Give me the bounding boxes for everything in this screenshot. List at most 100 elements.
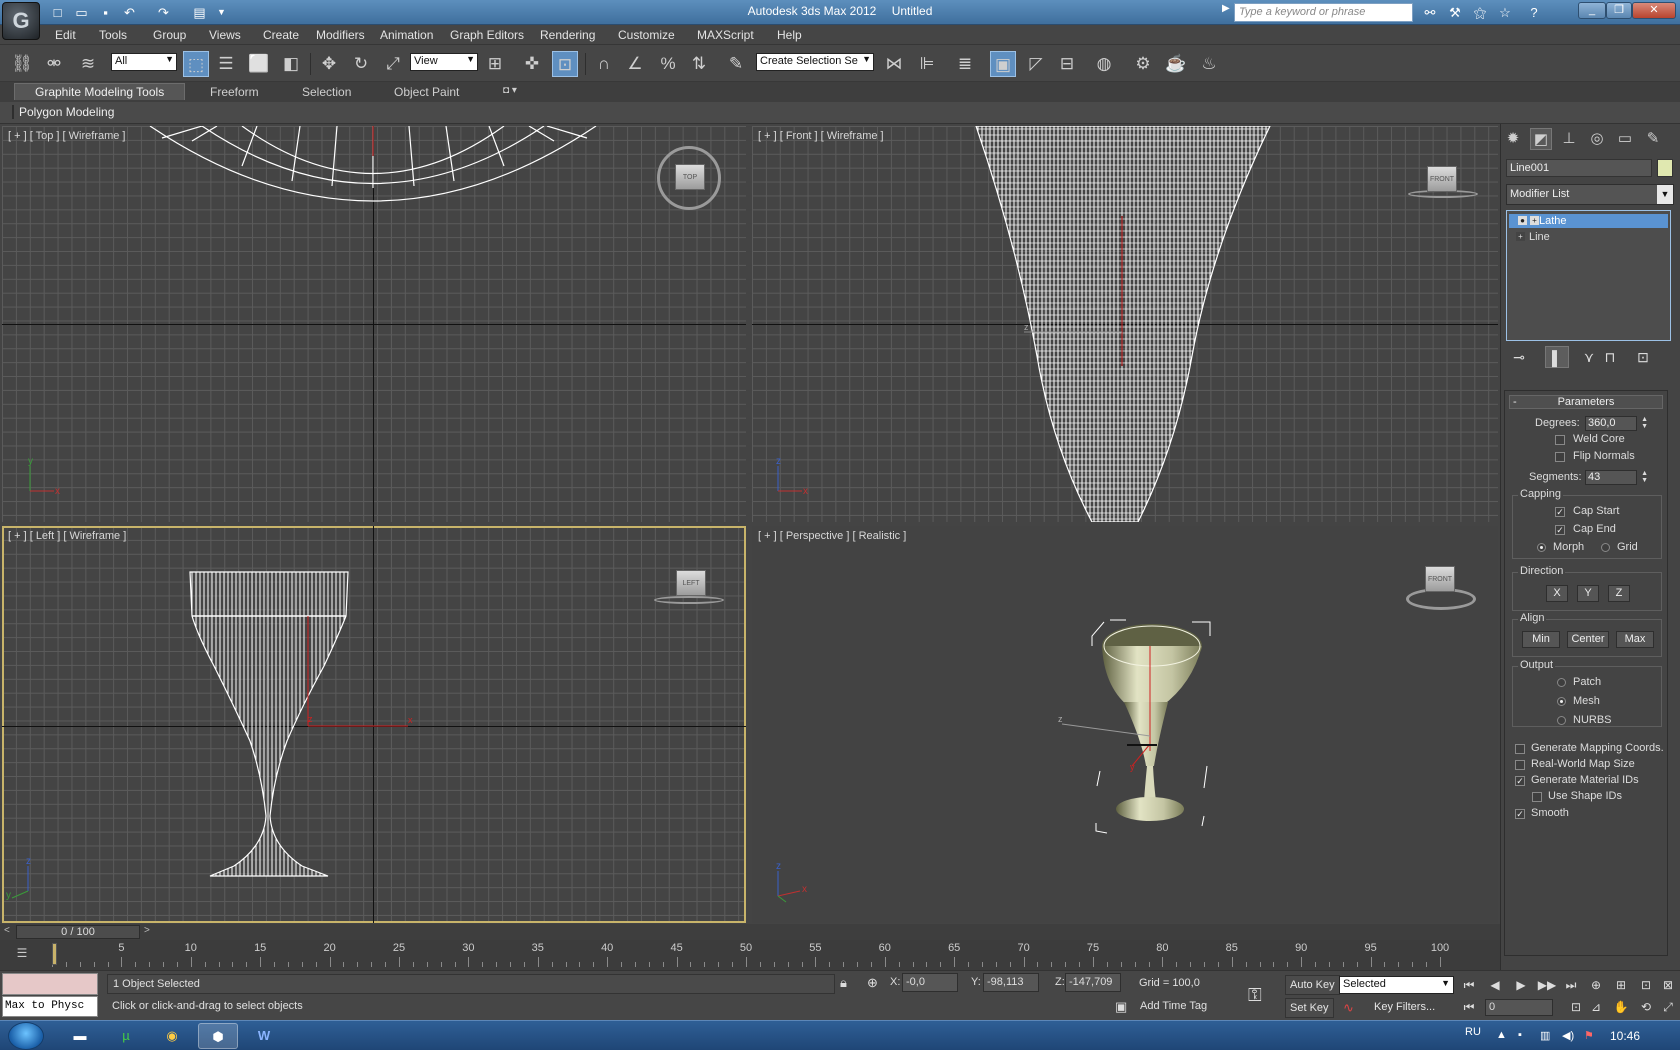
rendered-frame-window-icon[interactable]: ☕ <box>1163 51 1189 77</box>
real-world-map-checkbox[interactable] <box>1515 760 1525 770</box>
app-menu-button[interactable]: G <box>2 2 40 40</box>
set-key-button[interactable]: Set Key <box>1285 998 1334 1018</box>
save-icon[interactable]: ▪ <box>96 3 115 22</box>
modifier-list-dropdown[interactable]: Modifier List ▼ <box>1506 184 1674 205</box>
auto-key-button[interactable]: Auto Key <box>1285 975 1340 995</box>
z-coordinate-field[interactable]: -147,709 <box>1065 973 1121 992</box>
pan-view-icon[interactable]: ✋ <box>1610 997 1632 1017</box>
next-frame-icon[interactable]: ▶▶ <box>1536 975 1558 995</box>
menu-edit[interactable]: Edit <box>55 28 76 42</box>
restore-button[interactable]: ❐ <box>1606 2 1632 19</box>
direction-y-button[interactable]: Y <box>1577 585 1599 602</box>
favorites-star-icon[interactable]: ☆ <box>1494 3 1516 22</box>
menu-graph-editors[interactable]: Graph Editors <box>450 28 524 42</box>
communication-center-icon[interactable]: ⚝ <box>1469 3 1491 22</box>
menu-views[interactable]: Views <box>209 28 241 42</box>
window-crossing-icon[interactable]: ◧ <box>278 51 304 77</box>
viewport-perspective[interactable]: [ + ] [ Perspective ] [ Realistic ] z y <box>752 526 1498 923</box>
tab-object-paint[interactable]: Object Paint <box>394 85 459 99</box>
weld-core-checkbox[interactable] <box>1555 435 1565 445</box>
menu-create[interactable]: Create <box>263 28 299 42</box>
menu-help[interactable]: Help <box>777 28 802 42</box>
spinner-arrows-icon[interactable]: ▲ ▼ <box>1641 416 1648 430</box>
morph-radio[interactable] <box>1537 543 1546 552</box>
language-indicator[interactable]: RU <box>1465 1026 1481 1038</box>
zoom-extents-icon[interactable]: ⊡ <box>1635 975 1657 995</box>
time-slider[interactable]: < 0 / 100 > <box>0 924 1500 940</box>
viewport-left[interactable]: [ + ] [ Left ] [ Wireframe ] x z z y LEF… <box>2 526 746 923</box>
viewport-label-top[interactable]: [ + ] [ Top ] [ Wireframe ] <box>8 130 125 142</box>
current-frame-field[interactable]: 0 <box>1485 999 1553 1016</box>
time-configuration-icon[interactable]: ⊡ <box>1565 997 1587 1017</box>
select-and-rotate-icon[interactable]: ↻ <box>348 51 374 77</box>
segments-spinner[interactable]: 43 ▲ ▼ <box>1585 470 1648 485</box>
motion-tab-icon[interactable]: ◎ <box>1586 128 1608 150</box>
word-icon[interactable]: W <box>244 1023 284 1049</box>
current-frame-marker[interactable] <box>52 943 57 965</box>
zoom-extents-all-icon[interactable]: ⊠ <box>1657 975 1679 995</box>
key-filters-button[interactable]: Key Filters... <box>1370 998 1439 1018</box>
mesh-radio[interactable] <box>1557 697 1566 706</box>
nurbs-radio[interactable] <box>1557 716 1566 725</box>
track-bar[interactable]: ☰ 5 10 15 20 25 30 35 40 45 50 55 60 65 70 75 80 85 90 95 1… <box>0 940 1500 970</box>
viewport-label-front[interactable]: [ + ] [ Front ] [ Wireframe ] <box>758 130 884 142</box>
snaps-toggle-icon[interactable]: ∩ <box>591 51 617 77</box>
search-expand-icon[interactable]: ▶ <box>1222 3 1230 14</box>
align-max-button[interactable]: Max <box>1616 631 1654 648</box>
align-center-button[interactable]: Center <box>1567 631 1609 648</box>
menu-animation[interactable]: Animation <box>380 28 433 42</box>
x-coordinate-field[interactable]: -0,0 <box>902 973 958 992</box>
explorer-icon[interactable]: ▬ <box>60 1023 100 1049</box>
utilities-tab-icon[interactable]: ✎ <box>1642 128 1664 150</box>
polygon-modeling-panel[interactable]: Polygon Modeling <box>12 105 119 119</box>
go-to-end-icon[interactable]: ⏭ <box>1560 975 1582 995</box>
help-icon[interactable]: ? <box>1523 3 1545 22</box>
zoom-all-icon[interactable]: ⊞ <box>1610 975 1632 995</box>
remove-modifier-icon[interactable]: ⊓ <box>1598 346 1622 368</box>
tab-freeform[interactable]: Freeform <box>210 85 259 99</box>
close-button[interactable]: ✕ <box>1632 2 1676 19</box>
mini-curve-editor-icon[interactable]: ☰ <box>12 946 32 964</box>
3dsmax-taskbar-icon[interactable]: ⬢ <box>198 1023 238 1049</box>
object-name-field[interactable]: Line001 <box>1506 159 1652 177</box>
object-color-swatch[interactable] <box>1657 159 1673 177</box>
flip-normals-checkbox[interactable] <box>1555 452 1565 462</box>
add-time-tag[interactable]: Add Time Tag <box>1135 997 1235 1017</box>
viewcube-ring[interactable] <box>654 596 724 604</box>
direction-x-button[interactable]: X <box>1546 585 1568 602</box>
render-production-icon[interactable]: ♨ <box>1196 51 1222 77</box>
patch-radio[interactable] <box>1557 678 1566 687</box>
time-slider-prev-icon[interactable]: < <box>4 925 10 936</box>
tab-selection[interactable]: Selection <box>302 85 351 99</box>
menu-modifiers[interactable]: Modifiers <box>316 28 365 42</box>
zoom-icon[interactable]: ⊕ <box>1585 975 1607 995</box>
generate-mapping-checkbox[interactable] <box>1515 744 1525 754</box>
graphite-ribbon-toggle-icon[interactable]: ▣ <box>990 51 1016 77</box>
mirror-icon[interactable]: ⋈ <box>881 51 907 77</box>
volume-icon[interactable]: ◀) <box>1562 1029 1574 1042</box>
orbit-icon[interactable]: ⟲ <box>1635 997 1657 1017</box>
select-by-name-icon[interactable]: ☰ <box>213 51 239 77</box>
create-tab-icon[interactable]: ✹ <box>1502 128 1524 150</box>
hierarchy-tab-icon[interactable]: ⊥ <box>1558 128 1580 150</box>
grid-radio[interactable] <box>1601 543 1610 552</box>
viewcube-left[interactable]: LEFT <box>676 570 706 596</box>
minimize-button[interactable]: _ <box>1578 2 1606 19</box>
layer-manager-icon[interactable]: ≣ <box>952 51 978 77</box>
degrees-spinner[interactable]: 360,0 ▲ ▼ <box>1585 416 1648 431</box>
cap-end-checkbox[interactable]: ✓ <box>1555 525 1565 535</box>
bind-space-warp-icon[interactable]: ≋ <box>75 51 101 77</box>
time-tag-icon[interactable]: ▣ <box>1115 999 1127 1015</box>
menu-maxscript[interactable]: MAXScript <box>697 28 754 42</box>
go-to-start-icon[interactable]: ⏮ <box>1458 975 1480 995</box>
spinner-arrows-icon[interactable]: ▲ ▼ <box>1641 470 1648 484</box>
named-selection-sets-dropdown[interactable]: Create Selection Se ▼ <box>756 53 874 71</box>
schematic-view-icon[interactable]: ⊟ <box>1054 51 1080 77</box>
stack-item-lathe[interactable]: ● + Lathe <box>1509 214 1668 228</box>
bulb-icon[interactable]: ● <box>1518 216 1527 225</box>
field-of-view-icon[interactable]: ⊿ <box>1585 997 1607 1017</box>
stack-item-line[interactable]: + Line <box>1509 230 1668 244</box>
project-folder-icon[interactable]: ▤ <box>190 3 209 22</box>
direction-z-button[interactable]: Z <box>1608 585 1630 602</box>
default-in-out-tangent-icon[interactable]: ∿ <box>1343 1000 1354 1016</box>
